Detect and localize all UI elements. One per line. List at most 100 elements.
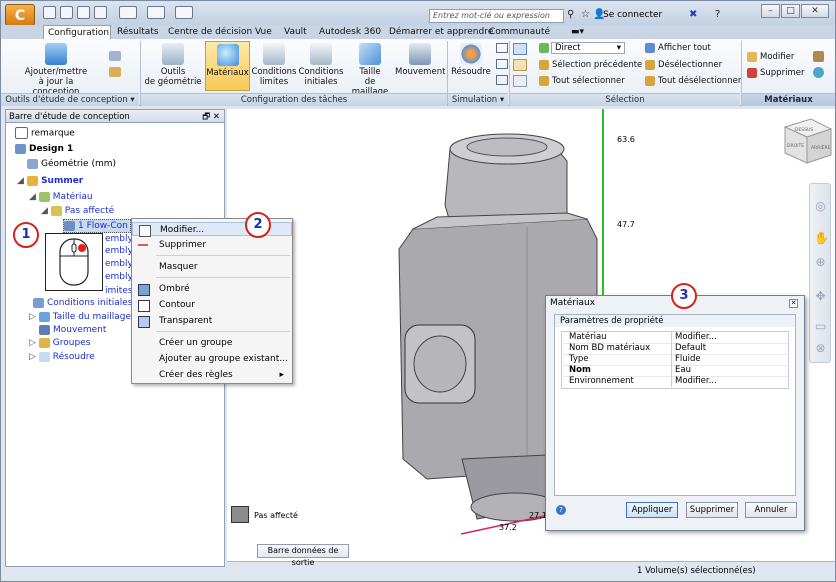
expand-arrow-icon[interactable]: ▷ — [29, 312, 39, 322]
menu-item-hide[interactable]: Masquer — [132, 260, 292, 274]
menu-item-transparent[interactable]: Transparent — [132, 314, 292, 328]
select-cursor-icon[interactable] — [513, 43, 527, 55]
edit-icon[interactable] — [109, 67, 121, 77]
collapse-arrow-icon[interactable]: ◢ — [17, 176, 27, 186]
orbit-icon[interactable]: ✥ — [814, 290, 827, 303]
tree-item-motion[interactable]: Mouvement — [39, 324, 106, 336]
material-db-icon[interactable] — [813, 51, 824, 62]
apply-button[interactable]: Appliquer — [626, 502, 678, 518]
collapse-arrow-icon[interactable]: ◢ — [29, 192, 39, 202]
application-menu-button[interactable]: C — [5, 4, 35, 26]
select-box-icon[interactable] — [513, 59, 527, 71]
show-all-item[interactable]: Afficher tout — [645, 42, 711, 54]
dialog-close-icon[interactable]: ✕ — [789, 299, 798, 308]
tab-vault[interactable]: Vault — [280, 25, 311, 39]
mail-icon[interactable] — [496, 75, 508, 85]
previous-selection-item[interactable]: Sélection précédente — [539, 59, 642, 71]
view-icon[interactable] — [147, 6, 165, 19]
viewcube[interactable]: DESSUS DROITE ARRIÈRE — [783, 118, 833, 164]
output-bar-button[interactable]: Barre données de sortie — [257, 544, 349, 567]
expand-arrow-icon[interactable]: ▷ — [29, 338, 39, 348]
search-input[interactable]: Entrez mot-clé ou expression — [429, 9, 564, 23]
zoom-icon[interactable]: ⊕ — [814, 256, 827, 269]
select-all-item[interactable]: Tout sélectionner — [539, 75, 625, 87]
geometry-tools-button[interactable]: Outils de géométrie — [143, 43, 203, 87]
tree-item-groups[interactable]: ▷ Groupes — [29, 337, 90, 349]
menu-item-create-rules[interactable]: Créer des règles ▸ — [132, 368, 292, 382]
tree-item-unassigned[interactable]: ◢ Pas affecté — [41, 205, 114, 217]
delete-button[interactable]: Supprimer — [686, 502, 738, 518]
material-web-icon[interactable] — [813, 67, 824, 78]
property-value[interactable]: Default — [675, 343, 706, 354]
tree-item-scenario[interactable]: ◢ Summer — [17, 175, 83, 187]
tree-item-remark[interactable]: remarque — [15, 127, 75, 140]
selection-mode-dropdown[interactable]: Direct ▾ — [551, 42, 625, 54]
motion-button[interactable]: Mouvement — [395, 43, 445, 77]
cancel-button[interactable]: Annuler — [745, 502, 797, 518]
tab-results[interactable]: Résultats — [113, 25, 163, 39]
collapse-arrow-icon[interactable]: ◢ — [41, 206, 51, 216]
menu-item-shaded[interactable]: Ombré — [132, 282, 292, 296]
tab-getting-started[interactable]: Démarrer et apprendre — [385, 25, 497, 39]
property-value[interactable]: Eau — [675, 365, 691, 376]
tree-item-initial-conditions[interactable]: Conditions initiales — [33, 297, 132, 309]
tree-item-design[interactable]: Design 1 — [15, 143, 73, 155]
settings-icon[interactable] — [175, 6, 193, 19]
materials-button[interactable]: Matériaux — [205, 41, 250, 91]
select-filter-icon[interactable] — [513, 75, 527, 87]
minimize-button[interactable]: – — [761, 4, 780, 18]
help-icon[interactable]: ? — [556, 505, 566, 515]
tab-autodesk-360[interactable]: Autodesk 360 — [315, 25, 385, 39]
expand-arrow-icon[interactable]: ▷ — [29, 352, 39, 362]
table-icon[interactable] — [496, 43, 508, 53]
panel-label-design-tools[interactable]: Outils d'étude de conception ▾ — [1, 93, 139, 106]
tree-item-material[interactable]: ◢ Matériau — [29, 191, 93, 203]
undo-icon[interactable] — [119, 6, 137, 19]
save-icon[interactable] — [77, 6, 90, 19]
pan-hand-icon[interactable]: ✋ — [814, 232, 829, 245]
tab-extra-icon[interactable]: ▬▾ — [567, 25, 588, 39]
pin-close-icons[interactable]: 🗗 ✕ — [202, 110, 220, 124]
add-update-design-button[interactable]: Ajouter/mettre à jour la conception — [21, 43, 91, 97]
maximize-button[interactable]: □ — [781, 4, 800, 18]
tree-item-mesh-size[interactable]: ▷ Taille du maillage — [29, 311, 131, 323]
delete-material-item[interactable]: Supprimer — [747, 67, 804, 79]
initial-conditions-button[interactable]: Conditions initiales — [298, 43, 344, 87]
deselect-item[interactable]: Désélectionner — [645, 59, 722, 71]
tab-configuration[interactable]: Configuration — [43, 25, 111, 39]
look-icon[interactable]: ▭ — [814, 320, 827, 333]
navbar-close-icon[interactable]: ⊗ — [814, 342, 827, 355]
panel-label-simulation[interactable]: Simulation ▾ — [448, 93, 508, 106]
close-button[interactable]: ✕ — [801, 4, 829, 18]
tab-view[interactable]: Vue — [251, 25, 276, 39]
menu-item-add-to-group[interactable]: Ajouter au groupe existant... — [132, 352, 292, 366]
tree-item-flow-con[interactable]: 1 Flow-Con — [63, 219, 131, 233]
modify-material-item[interactable]: Modifier — [747, 51, 794, 63]
property-row-environment[interactable]: Environnement Modifier... — [561, 376, 789, 387]
tree-item-geometry[interactable]: Géométrie (mm) — [27, 158, 116, 170]
signin-link[interactable]: Se connecter — [603, 10, 662, 20]
menu-item-delete[interactable]: Supprimer — [132, 238, 292, 252]
new-icon[interactable] — [43, 6, 56, 19]
steering-wheel-icon[interactable]: ◎ — [814, 200, 827, 213]
deselect-all-item[interactable]: Tout désélectionner — [645, 75, 741, 87]
property-value[interactable]: Modifier... — [675, 376, 717, 387]
binoculars-icon[interactable]: ⚲ — [567, 9, 574, 20]
list-icon[interactable] — [496, 59, 508, 69]
menu-item-outline[interactable]: Contour — [132, 298, 292, 312]
favorites-star-icon[interactable]: ☆ — [581, 9, 590, 20]
help-icon[interactable]: ? — [715, 9, 720, 20]
solve-button[interactable]: Résoudre — [449, 43, 493, 77]
open-icon[interactable] — [60, 6, 73, 19]
clone-icon[interactable] — [109, 51, 121, 61]
exchange-icon[interactable]: ✖ — [689, 9, 697, 20]
tab-decision-center[interactable]: Centre de décision — [164, 25, 256, 39]
tree-item-solve[interactable]: ▷ Résoudre — [29, 351, 95, 363]
mesh-size-button[interactable]: Taille de maillage — [346, 43, 394, 97]
property-value[interactable]: Modifier... — [675, 332, 717, 343]
tab-community[interactable]: Communauté — [485, 25, 554, 39]
boundary-conditions-button[interactable]: Conditions limites — [251, 43, 297, 87]
property-value[interactable]: Fluide — [675, 354, 701, 365]
save-all-icon[interactable] — [94, 6, 107, 19]
menu-item-create-group[interactable]: Créer un groupe — [132, 336, 292, 350]
